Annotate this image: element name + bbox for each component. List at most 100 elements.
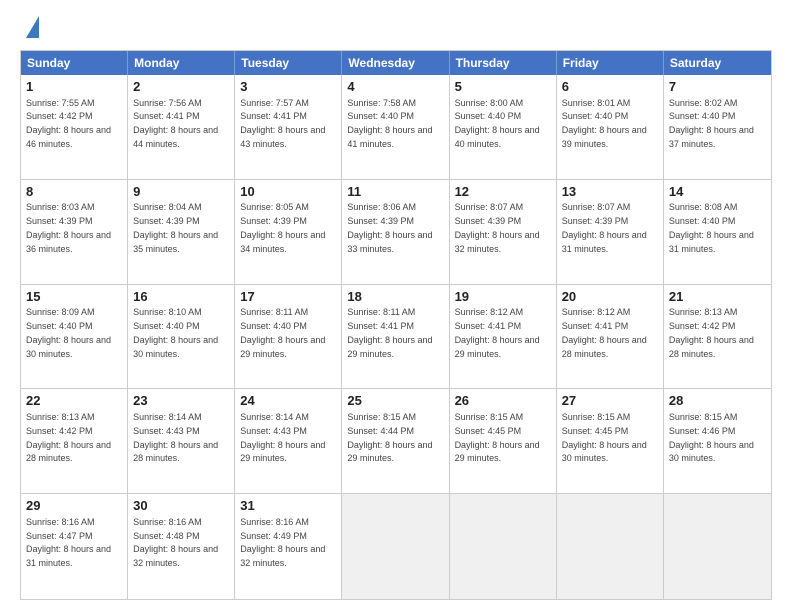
daylight-info: Daylight: 8 hours and 34 minutes. — [240, 230, 325, 254]
sunset-info: Sunset: 4:40 PM — [562, 111, 629, 121]
calendar-cell-19: 19 Sunrise: 8:12 AM Sunset: 4:41 PM Dayl… — [450, 285, 557, 389]
weekday-header-thursday: Thursday — [450, 51, 557, 75]
sunrise-info: Sunrise: 8:00 AM — [455, 98, 524, 108]
daylight-info: Daylight: 8 hours and 30 minutes. — [669, 440, 754, 464]
calendar-cell-21: 21 Sunrise: 8:13 AM Sunset: 4:42 PM Dayl… — [664, 285, 771, 389]
sunset-info: Sunset: 4:48 PM — [133, 531, 200, 541]
header — [20, 16, 772, 40]
day-number: 23 — [133, 392, 229, 410]
day-number: 24 — [240, 392, 336, 410]
day-number: 26 — [455, 392, 551, 410]
day-number: 4 — [347, 78, 443, 96]
daylight-info: Daylight: 8 hours and 32 minutes. — [240, 544, 325, 568]
day-number: 16 — [133, 288, 229, 306]
calendar-cell-empty — [664, 494, 771, 599]
calendar-week-3: 15 Sunrise: 8:09 AM Sunset: 4:40 PM Dayl… — [21, 285, 771, 390]
calendar-cell-4: 4 Sunrise: 7:58 AM Sunset: 4:40 PM Dayli… — [342, 75, 449, 179]
daylight-info: Daylight: 8 hours and 28 minutes. — [669, 335, 754, 359]
calendar-cell-empty — [342, 494, 449, 599]
logo — [20, 16, 39, 40]
sunset-info: Sunset: 4:42 PM — [669, 321, 736, 331]
day-number: 1 — [26, 78, 122, 96]
day-number: 6 — [562, 78, 658, 96]
calendar: SundayMondayTuesdayWednesdayThursdayFrid… — [20, 50, 772, 600]
sunset-info: Sunset: 4:41 PM — [562, 321, 629, 331]
calendar-week-4: 22 Sunrise: 8:13 AM Sunset: 4:42 PM Dayl… — [21, 389, 771, 494]
day-number: 28 — [669, 392, 766, 410]
daylight-info: Daylight: 8 hours and 44 minutes. — [133, 125, 218, 149]
calendar-cell-18: 18 Sunrise: 8:11 AM Sunset: 4:41 PM Dayl… — [342, 285, 449, 389]
day-number: 13 — [562, 183, 658, 201]
sunrise-info: Sunrise: 8:15 AM — [562, 412, 631, 422]
calendar-cell-28: 28 Sunrise: 8:15 AM Sunset: 4:46 PM Dayl… — [664, 389, 771, 493]
daylight-info: Daylight: 8 hours and 35 minutes. — [133, 230, 218, 254]
day-number: 9 — [133, 183, 229, 201]
calendar-cell-20: 20 Sunrise: 8:12 AM Sunset: 4:41 PM Dayl… — [557, 285, 664, 389]
weekday-header-wednesday: Wednesday — [342, 51, 449, 75]
page: SundayMondayTuesdayWednesdayThursdayFrid… — [0, 0, 792, 612]
daylight-info: Daylight: 8 hours and 29 minutes. — [455, 335, 540, 359]
day-number: 8 — [26, 183, 122, 201]
calendar-cell-2: 2 Sunrise: 7:56 AM Sunset: 4:41 PM Dayli… — [128, 75, 235, 179]
sunrise-info: Sunrise: 8:07 AM — [562, 202, 631, 212]
calendar-cell-15: 15 Sunrise: 8:09 AM Sunset: 4:40 PM Dayl… — [21, 285, 128, 389]
day-number: 12 — [455, 183, 551, 201]
day-number: 19 — [455, 288, 551, 306]
calendar-body: 1 Sunrise: 7:55 AM Sunset: 4:42 PM Dayli… — [21, 75, 771, 599]
calendar-cell-16: 16 Sunrise: 8:10 AM Sunset: 4:40 PM Dayl… — [128, 285, 235, 389]
sunrise-info: Sunrise: 8:16 AM — [26, 517, 95, 527]
sunrise-info: Sunrise: 8:14 AM — [240, 412, 309, 422]
sunset-info: Sunset: 4:39 PM — [347, 216, 414, 226]
day-number: 3 — [240, 78, 336, 96]
day-number: 7 — [669, 78, 766, 96]
sunset-info: Sunset: 4:40 PM — [26, 321, 93, 331]
logo-triangle-icon — [26, 16, 39, 38]
sunrise-info: Sunrise: 7:55 AM — [26, 98, 95, 108]
sunrise-info: Sunrise: 7:56 AM — [133, 98, 202, 108]
daylight-info: Daylight: 8 hours and 40 minutes. — [455, 125, 540, 149]
calendar-cell-22: 22 Sunrise: 8:13 AM Sunset: 4:42 PM Dayl… — [21, 389, 128, 493]
weekday-header-saturday: Saturday — [664, 51, 771, 75]
day-number: 22 — [26, 392, 122, 410]
day-number: 27 — [562, 392, 658, 410]
sunset-info: Sunset: 4:49 PM — [240, 531, 307, 541]
sunrise-info: Sunrise: 8:15 AM — [347, 412, 416, 422]
sunset-info: Sunset: 4:41 PM — [240, 111, 307, 121]
calendar-cell-9: 9 Sunrise: 8:04 AM Sunset: 4:39 PM Dayli… — [128, 180, 235, 284]
calendar-cell-3: 3 Sunrise: 7:57 AM Sunset: 4:41 PM Dayli… — [235, 75, 342, 179]
daylight-info: Daylight: 8 hours and 29 minutes. — [240, 335, 325, 359]
day-number: 18 — [347, 288, 443, 306]
calendar-week-5: 29 Sunrise: 8:16 AM Sunset: 4:47 PM Dayl… — [21, 494, 771, 599]
calendar-cell-8: 8 Sunrise: 8:03 AM Sunset: 4:39 PM Dayli… — [21, 180, 128, 284]
daylight-info: Daylight: 8 hours and 30 minutes. — [26, 335, 111, 359]
day-number: 5 — [455, 78, 551, 96]
day-number: 20 — [562, 288, 658, 306]
sunset-info: Sunset: 4:41 PM — [347, 321, 414, 331]
sunset-info: Sunset: 4:44 PM — [347, 426, 414, 436]
calendar-week-2: 8 Sunrise: 8:03 AM Sunset: 4:39 PM Dayli… — [21, 180, 771, 285]
sunrise-info: Sunrise: 8:04 AM — [133, 202, 202, 212]
day-number: 11 — [347, 183, 443, 201]
day-number: 21 — [669, 288, 766, 306]
calendar-cell-13: 13 Sunrise: 8:07 AM Sunset: 4:39 PM Dayl… — [557, 180, 664, 284]
daylight-info: Daylight: 8 hours and 29 minutes. — [347, 440, 432, 464]
day-number: 29 — [26, 497, 122, 515]
calendar-cell-29: 29 Sunrise: 8:16 AM Sunset: 4:47 PM Dayl… — [21, 494, 128, 599]
daylight-info: Daylight: 8 hours and 36 minutes. — [26, 230, 111, 254]
calendar-cell-11: 11 Sunrise: 8:06 AM Sunset: 4:39 PM Dayl… — [342, 180, 449, 284]
daylight-info: Daylight: 8 hours and 31 minutes. — [26, 544, 111, 568]
daylight-info: Daylight: 8 hours and 30 minutes. — [562, 440, 647, 464]
day-number: 17 — [240, 288, 336, 306]
sunrise-info: Sunrise: 8:01 AM — [562, 98, 631, 108]
calendar-cell-6: 6 Sunrise: 8:01 AM Sunset: 4:40 PM Dayli… — [557, 75, 664, 179]
calendar-cell-empty — [450, 494, 557, 599]
calendar-cell-empty — [557, 494, 664, 599]
sunrise-info: Sunrise: 8:13 AM — [669, 307, 738, 317]
sunset-info: Sunset: 4:43 PM — [133, 426, 200, 436]
calendar-cell-30: 30 Sunrise: 8:16 AM Sunset: 4:48 PM Dayl… — [128, 494, 235, 599]
sunrise-info: Sunrise: 8:16 AM — [240, 517, 309, 527]
daylight-info: Daylight: 8 hours and 37 minutes. — [669, 125, 754, 149]
daylight-info: Daylight: 8 hours and 31 minutes. — [562, 230, 647, 254]
calendar-cell-12: 12 Sunrise: 8:07 AM Sunset: 4:39 PM Dayl… — [450, 180, 557, 284]
sunrise-info: Sunrise: 8:16 AM — [133, 517, 202, 527]
